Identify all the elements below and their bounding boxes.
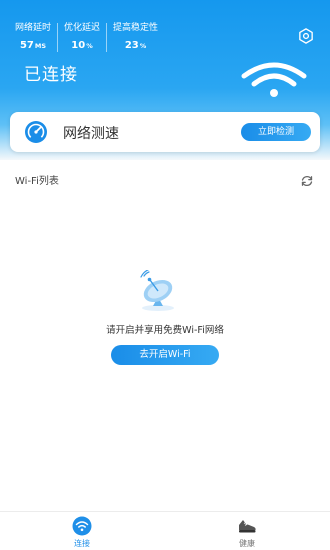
empty-message: 请开启并享用免费Wi-Fi网络 — [106, 325, 224, 336]
stat-stability: 提高稳定性 23% — [106, 23, 164, 52]
stat-latency: 网络延时 57MS — [15, 23, 57, 52]
satellite-dish-icon — [133, 268, 183, 312]
tab-health-label: 健康 — [239, 539, 255, 548]
gear-icon[interactable] — [297, 27, 315, 45]
tab-connect[interactable]: 连接 — [52, 512, 112, 550]
shoe-icon — [237, 516, 257, 536]
stat-optimize-label: 优化延迟 — [64, 23, 101, 33]
stat-latency-value: 57MS — [15, 37, 51, 52]
wifi-icon — [240, 62, 308, 98]
stat-stability-unit: % — [139, 42, 147, 50]
stat-optimize-number: 10 — [71, 40, 86, 51]
stat-optimize-value: 10% — [64, 37, 100, 52]
connection-status: 已连接 — [24, 65, 78, 85]
stat-optimize: 优化延迟 10% — [57, 23, 106, 52]
stat-latency-label: 网络延时 — [15, 23, 52, 33]
wifi-list-title: Wi-Fi列表 — [15, 176, 59, 187]
detect-now-button[interactable]: 立即检测 — [241, 123, 311, 141]
stats-bar: 网络延时 57MS 优化延迟 10% 提高稳定性 23% — [15, 23, 164, 52]
speed-test-title: 网络测速 — [63, 126, 119, 142]
speedometer-icon — [24, 120, 48, 144]
refresh-icon[interactable] — [300, 173, 314, 187]
stat-optimize-unit: % — [86, 42, 93, 50]
stat-stability-label: 提高稳定性 — [113, 23, 159, 33]
stat-stability-number: 23 — [124, 40, 139, 51]
stat-stability-value: 23% — [113, 37, 158, 52]
speed-test-card[interactable]: 网络测速 立即检测 — [10, 112, 320, 152]
open-wifi-button[interactable]: 去开启Wi-Fi — [111, 345, 219, 365]
bottom-tab-bar: 连接 健康 — [0, 511, 330, 550]
stat-latency-number: 57 — [19, 40, 34, 51]
wifi-icon — [72, 516, 92, 536]
tab-health[interactable]: 健康 — [217, 512, 277, 550]
tab-connect-label: 连接 — [74, 539, 90, 548]
stat-latency-unit: MS — [34, 42, 47, 50]
